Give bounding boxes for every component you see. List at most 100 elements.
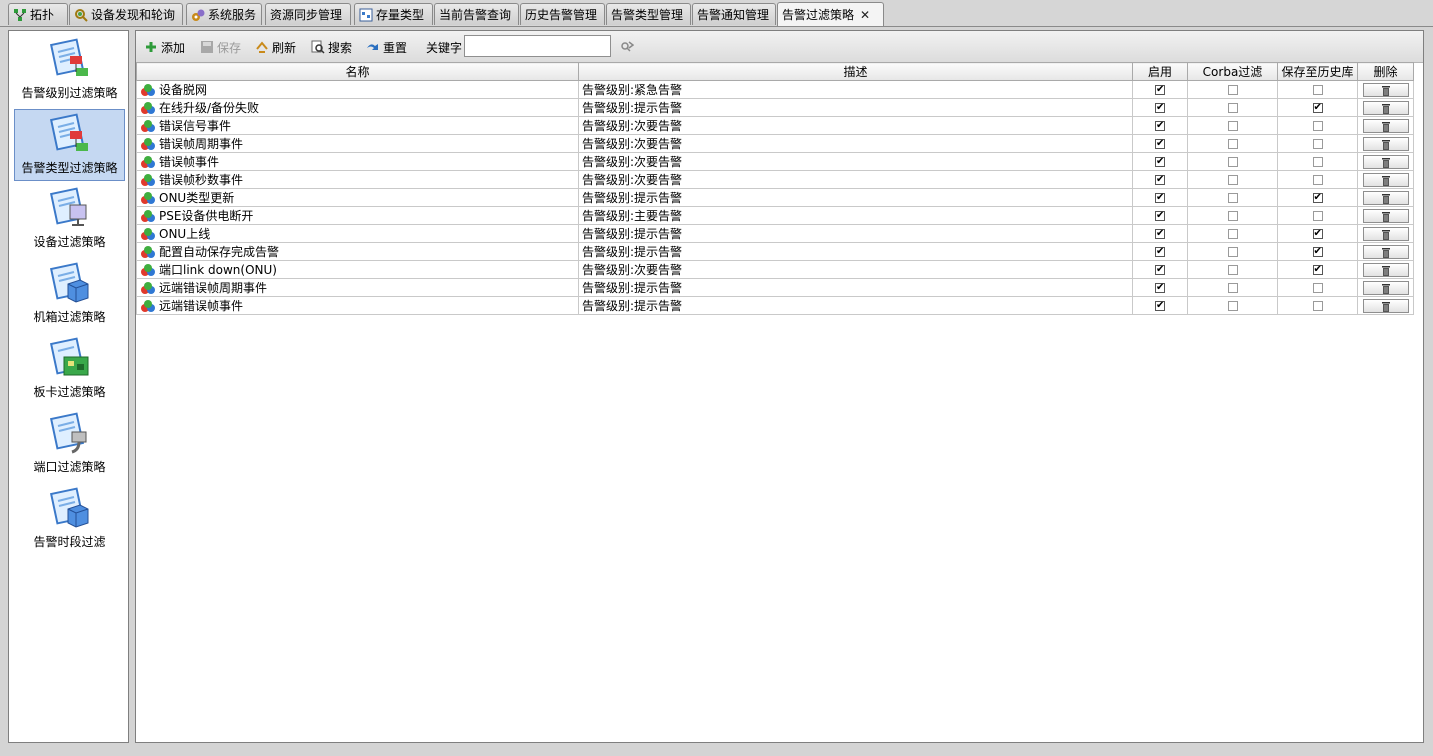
save-history-checkbox[interactable]: ✔ xyxy=(1312,229,1323,239)
enabled-checkbox[interactable]: ✔ xyxy=(1155,247,1165,257)
table-row[interactable]: 错误帧周期事件 告警级别:次要告警 ✔ xyxy=(136,134,1414,153)
tab-alarm-notify[interactable]: 告警通知管理 xyxy=(692,3,776,25)
tab-alarm-type[interactable]: 告警类型管理 xyxy=(606,3,691,25)
sidebar-item-alarm-level-filter[interactable]: 告警级别过滤策略 xyxy=(14,35,125,107)
enabled-checkbox[interactable]: ✔ xyxy=(1155,283,1165,293)
delete-row-button[interactable] xyxy=(1362,208,1409,223)
reset-button[interactable]: 重置 xyxy=(366,38,407,56)
tab-system-service[interactable]: 系统服务 xyxy=(186,3,262,25)
enabled-checkbox[interactable]: ✔ xyxy=(1155,211,1165,221)
cell-name[interactable]: 设备脱网 xyxy=(136,80,579,99)
table-row[interactable]: PSE设备供电断开 告警级别:主要告警 ✔ xyxy=(136,206,1414,225)
table-row[interactable]: ONU上线 告警级别:提示告警 ✔ ✔ xyxy=(136,224,1414,243)
cell-name[interactable]: PSE设备供电断开 xyxy=(136,206,579,225)
save-history-checkbox[interactable] xyxy=(1312,85,1323,95)
table-row[interactable]: 端口link down(ONU) 告警级别:次要告警 ✔ ✔ xyxy=(136,260,1414,279)
table-row[interactable]: 错误帧事件 告警级别:次要告警 ✔ xyxy=(136,152,1414,171)
sidebar-item-port-filter[interactable]: 端口过滤策略 xyxy=(14,409,125,481)
corba-filter-checkbox[interactable] xyxy=(1227,103,1238,113)
delete-row-button[interactable] xyxy=(1362,82,1409,97)
sidebar-item-chassis-filter[interactable]: 机箱过滤策略 xyxy=(14,259,125,331)
enabled-checkbox[interactable]: ✔ xyxy=(1155,139,1165,149)
tab-topology[interactable]: 拓扑 xyxy=(8,3,68,25)
table-row[interactable]: 远端错误帧周期事件 告警级别:提示告警 ✔ xyxy=(136,278,1414,297)
enabled-checkbox[interactable]: ✔ xyxy=(1155,121,1165,131)
delete-row-button[interactable] xyxy=(1362,244,1409,259)
delete-row-button[interactable] xyxy=(1362,298,1409,313)
delete-row-button[interactable] xyxy=(1362,118,1409,133)
keyword-input[interactable] xyxy=(464,35,611,57)
save-history-checkbox[interactable]: ✔ xyxy=(1312,265,1323,275)
cell-name[interactable]: 错误帧周期事件 xyxy=(136,134,579,153)
close-icon[interactable]: ✕ xyxy=(860,8,870,22)
save-history-checkbox[interactable]: ✔ xyxy=(1312,103,1323,113)
table-row[interactable]: ONU类型更新 告警级别:提示告警 ✔ ✔ xyxy=(136,188,1414,207)
cell-name[interactable]: 在线升级/备份失败 xyxy=(136,98,579,117)
corba-filter-checkbox[interactable] xyxy=(1227,301,1238,311)
cell-name[interactable]: 端口link down(ONU) xyxy=(136,260,579,279)
cell-name[interactable]: 配置自动保存完成告警 xyxy=(136,242,579,261)
corba-filter-checkbox[interactable] xyxy=(1227,85,1238,95)
sidebar-item-alarm-period-filter[interactable]: 告警时段过滤 xyxy=(14,484,125,556)
save-history-checkbox[interactable] xyxy=(1312,139,1323,149)
tab-current-alarm[interactable]: 当前告警查询 xyxy=(434,3,519,25)
add-button[interactable]: 添加 xyxy=(144,38,185,56)
corba-filter-checkbox[interactable] xyxy=(1227,283,1238,293)
delete-row-button[interactable] xyxy=(1362,262,1409,277)
enabled-checkbox[interactable]: ✔ xyxy=(1155,175,1165,185)
save-history-checkbox[interactable]: ✔ xyxy=(1312,193,1323,203)
cell-name[interactable]: 错误帧事件 xyxy=(136,152,579,171)
save-history-checkbox[interactable] xyxy=(1312,157,1323,167)
table-row[interactable]: 远端错误帧事件 告警级别:提示告警 ✔ xyxy=(136,296,1414,315)
sidebar-item-alarm-type-filter[interactable]: 告警类型过滤策略 xyxy=(14,109,125,181)
cell-name[interactable]: 错误帧秒数事件 xyxy=(136,170,579,189)
corba-filter-checkbox[interactable] xyxy=(1227,175,1238,185)
sidebar-item-board-filter[interactable]: 板卡过滤策略 xyxy=(14,334,125,406)
corba-filter-checkbox[interactable] xyxy=(1227,211,1238,221)
corba-filter-checkbox[interactable] xyxy=(1227,157,1238,167)
save-button[interactable]: 保存 xyxy=(200,38,241,56)
delete-row-button[interactable] xyxy=(1362,280,1409,295)
cell-name[interactable]: ONU上线 xyxy=(136,224,579,243)
delete-row-button[interactable] xyxy=(1362,100,1409,115)
delete-row-button[interactable] xyxy=(1362,172,1409,187)
corba-filter-checkbox[interactable] xyxy=(1227,193,1238,203)
corba-filter-checkbox[interactable] xyxy=(1227,139,1238,149)
tab-alarm-filter[interactable]: 告警过滤策略 ✕ xyxy=(777,2,884,26)
delete-row-button[interactable] xyxy=(1362,136,1409,151)
corba-filter-checkbox[interactable] xyxy=(1227,229,1238,239)
save-history-checkbox[interactable] xyxy=(1312,283,1323,293)
delete-row-button[interactable] xyxy=(1362,190,1409,205)
cell-name[interactable]: 远端错误帧事件 xyxy=(136,296,579,315)
search-go-button[interactable] xyxy=(620,38,637,56)
column-header-corba-filter[interactable]: Corba过滤 xyxy=(1187,62,1278,81)
refresh-button[interactable]: 刷新 xyxy=(255,38,296,56)
table-row[interactable]: 错误帧秒数事件 告警级别:次要告警 ✔ xyxy=(136,170,1414,189)
column-header-delete[interactable]: 删除 xyxy=(1357,62,1414,81)
column-header-save-history[interactable]: 保存至历史库 xyxy=(1277,62,1358,81)
save-history-checkbox[interactable]: ✔ xyxy=(1312,247,1323,257)
save-history-checkbox[interactable] xyxy=(1312,301,1323,311)
cell-name[interactable]: 错误信号事件 xyxy=(136,116,579,135)
column-header-enabled[interactable]: 启用 xyxy=(1132,62,1188,81)
cell-name[interactable]: 远端错误帧周期事件 xyxy=(136,278,579,297)
enabled-checkbox[interactable]: ✔ xyxy=(1155,193,1165,203)
tab-history-alarm[interactable]: 历史告警管理 xyxy=(520,3,605,25)
save-history-checkbox[interactable] xyxy=(1312,121,1323,131)
tab-resource-sync[interactable]: 资源同步管理 xyxy=(265,3,351,25)
table-row[interactable]: 配置自动保存完成告警 告警级别:提示告警 ✔ ✔ xyxy=(136,242,1414,261)
cell-name[interactable]: ONU类型更新 xyxy=(136,188,579,207)
sidebar-item-device-filter[interactable]: 设备过滤策略 xyxy=(14,184,125,256)
enabled-checkbox[interactable]: ✔ xyxy=(1155,85,1165,95)
corba-filter-checkbox[interactable] xyxy=(1227,247,1238,257)
table-row[interactable]: 错误信号事件 告警级别:次要告警 ✔ xyxy=(136,116,1414,135)
enabled-checkbox[interactable]: ✔ xyxy=(1155,229,1165,239)
delete-row-button[interactable] xyxy=(1362,154,1409,169)
enabled-checkbox[interactable]: ✔ xyxy=(1155,157,1165,167)
search-button[interactable]: 搜索 xyxy=(311,38,352,56)
table-row[interactable]: 在线升级/备份失败 告警级别:提示告警 ✔ ✔ xyxy=(136,98,1414,117)
enabled-checkbox[interactable]: ✔ xyxy=(1155,103,1165,113)
enabled-checkbox[interactable]: ✔ xyxy=(1155,301,1165,311)
tab-inventory-type[interactable]: 存量类型 xyxy=(354,3,433,25)
column-header-description[interactable]: 描述 xyxy=(578,62,1133,81)
